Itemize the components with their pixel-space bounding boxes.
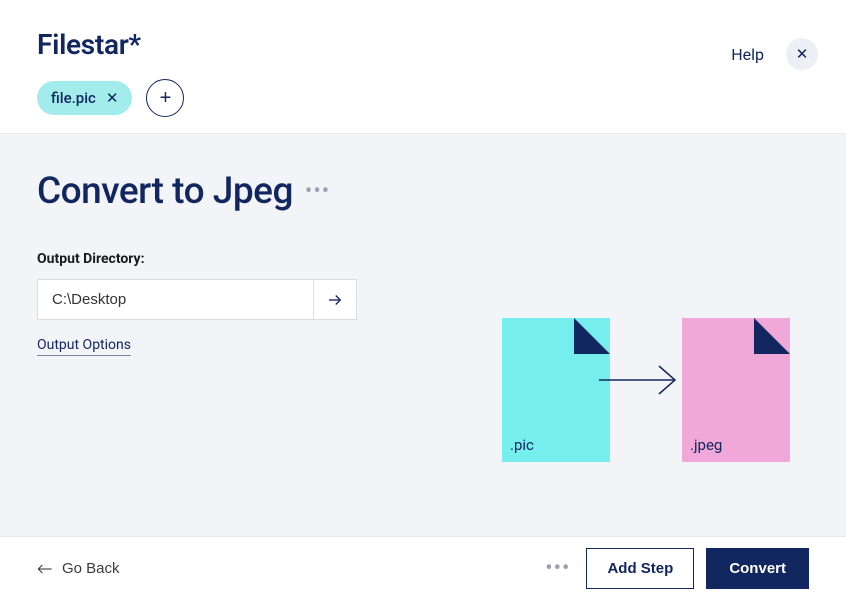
file-chip-label: file.pic: [51, 89, 96, 107]
header-left: Filestar* file.pic ✕ +: [37, 28, 184, 117]
page-title: Convert to Jpeg: [37, 170, 293, 213]
left-column: Convert to Jpeg ••• Output Directory: Ou…: [37, 170, 357, 536]
remove-file-icon[interactable]: ✕: [106, 91, 119, 106]
footer-right: ••• Add Step Convert: [545, 548, 809, 589]
add-file-button[interactable]: +: [146, 79, 184, 117]
file-chip-row: file.pic ✕ +: [37, 79, 184, 117]
conversion-diagram: .pic .jpeg: [502, 170, 790, 536]
source-ext-label: .pic: [510, 436, 534, 454]
header-right: Help ✕: [731, 28, 818, 70]
arrow-icon: [610, 366, 682, 394]
add-step-button[interactable]: Add Step: [586, 548, 694, 589]
footer-bar: Go Back ••• Add Step Convert: [0, 536, 846, 600]
dest-ext-label: .jpeg: [690, 436, 722, 454]
output-options-link[interactable]: Output Options: [37, 337, 131, 356]
main-panel: Convert to Jpeg ••• Output Directory: Ou…: [0, 133, 846, 536]
arrow-right-icon: [326, 291, 344, 309]
close-button[interactable]: ✕: [786, 38, 818, 70]
close-icon: ✕: [796, 47, 809, 62]
output-dir-label: Output Directory:: [37, 251, 357, 267]
go-back-label: Go Back: [62, 560, 120, 577]
help-link[interactable]: Help: [731, 45, 764, 64]
output-dir-input[interactable]: [37, 279, 313, 320]
convert-button[interactable]: Convert: [706, 548, 809, 589]
title-row: Convert to Jpeg •••: [37, 170, 357, 213]
go-back-button[interactable]: Go Back: [37, 560, 120, 577]
title-more-icon[interactable]: •••: [305, 181, 330, 203]
browse-dir-button[interactable]: [313, 279, 357, 320]
app-header: Filestar* file.pic ✕ + Help ✕: [0, 0, 846, 133]
footer-more-icon[interactable]: •••: [545, 558, 570, 580]
file-chip[interactable]: file.pic ✕: [37, 81, 132, 115]
output-dir-group: [37, 279, 357, 320]
brand-logo: Filestar*: [37, 28, 184, 61]
dest-file-tile: .jpeg: [682, 318, 790, 462]
source-file-tile: .pic: [502, 318, 610, 462]
back-arrow-icon: [37, 563, 53, 575]
